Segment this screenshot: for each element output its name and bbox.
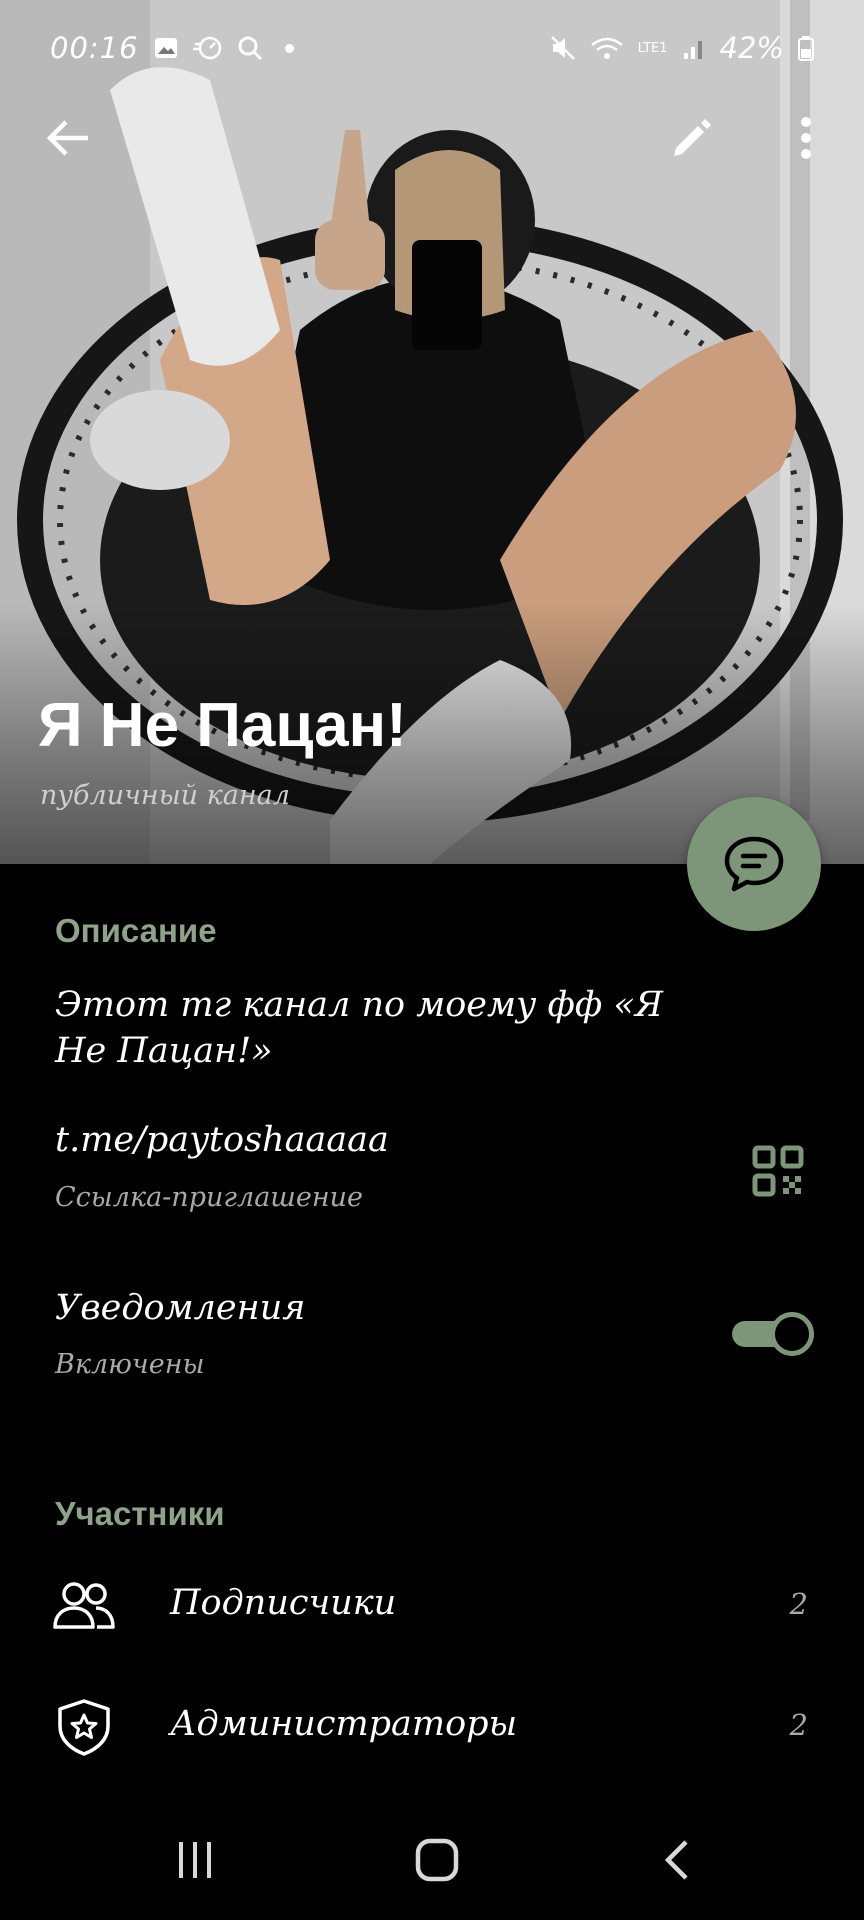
people-icon bbox=[53, 1582, 115, 1629]
wifi-icon bbox=[590, 37, 623, 59]
subscribers-label: Подписчики bbox=[170, 1583, 397, 1623]
admin-shield-icon bbox=[58, 1699, 110, 1756]
recent-apps-button[interactable] bbox=[165, 1830, 225, 1890]
toggle-knob bbox=[770, 1312, 814, 1356]
system-back-button[interactable] bbox=[647, 1830, 707, 1890]
subscribers-row[interactable]: Подписчики 2 bbox=[0, 1555, 864, 1655]
qr-code-icon bbox=[752, 1145, 804, 1197]
description-section-title: Описание bbox=[55, 912, 217, 949]
more-options-button[interactable] bbox=[776, 108, 836, 168]
chat-bubble-icon bbox=[724, 836, 784, 892]
invite-link[interactable]: t.me/paytoshaaaaa bbox=[55, 1120, 389, 1160]
channel-type: публичный канал bbox=[40, 780, 290, 811]
administrators-count: 2 bbox=[789, 1708, 808, 1742]
recent-apps-icon bbox=[179, 1842, 211, 1878]
home-icon bbox=[415, 1838, 459, 1882]
chevron-left-icon bbox=[664, 1840, 688, 1880]
members-section-title: Участники bbox=[55, 1495, 225, 1532]
network-label: LTE1 bbox=[637, 40, 668, 56]
pencil-icon bbox=[674, 119, 711, 156]
notifications-toggle[interactable] bbox=[732, 1312, 814, 1356]
notifications-label[interactable]: Уведомления bbox=[55, 1288, 305, 1328]
arrow-back-icon bbox=[46, 120, 88, 156]
edit-button[interactable] bbox=[662, 108, 722, 168]
signal-icon bbox=[683, 41, 702, 59]
more-vertical-icon bbox=[801, 117, 811, 159]
search-icon bbox=[238, 36, 262, 61]
channel-description: Этот тг канал по моему фф «Я Не Пацан!» bbox=[55, 985, 664, 1071]
battery-percent: 42% bbox=[719, 31, 784, 65]
battery-icon bbox=[798, 36, 814, 61]
mute-icon bbox=[550, 36, 575, 60]
invite-link-caption: Ссылка-приглашение bbox=[55, 1182, 364, 1213]
notification-dot-icon bbox=[284, 43, 294, 53]
home-button[interactable] bbox=[407, 1830, 467, 1890]
administrators-row[interactable]: Администраторы 2 bbox=[0, 1676, 864, 1776]
status-bar: 00:16 LTE1 42% bbox=[50, 28, 814, 68]
administrators-label: Администраторы bbox=[170, 1704, 518, 1744]
notifications-state: Включены bbox=[55, 1349, 205, 1380]
discussion-button[interactable] bbox=[687, 797, 821, 931]
channel-title: Я Не Пацан! bbox=[38, 691, 407, 760]
subscribers-count: 2 bbox=[789, 1587, 808, 1621]
qr-code-button[interactable] bbox=[752, 1145, 804, 1197]
system-navigation-bar bbox=[0, 1800, 864, 1920]
image-icon bbox=[154, 38, 177, 58]
status-time: 00:16 bbox=[50, 31, 139, 65]
back-button[interactable] bbox=[38, 108, 98, 168]
speed-icon bbox=[192, 36, 221, 60]
